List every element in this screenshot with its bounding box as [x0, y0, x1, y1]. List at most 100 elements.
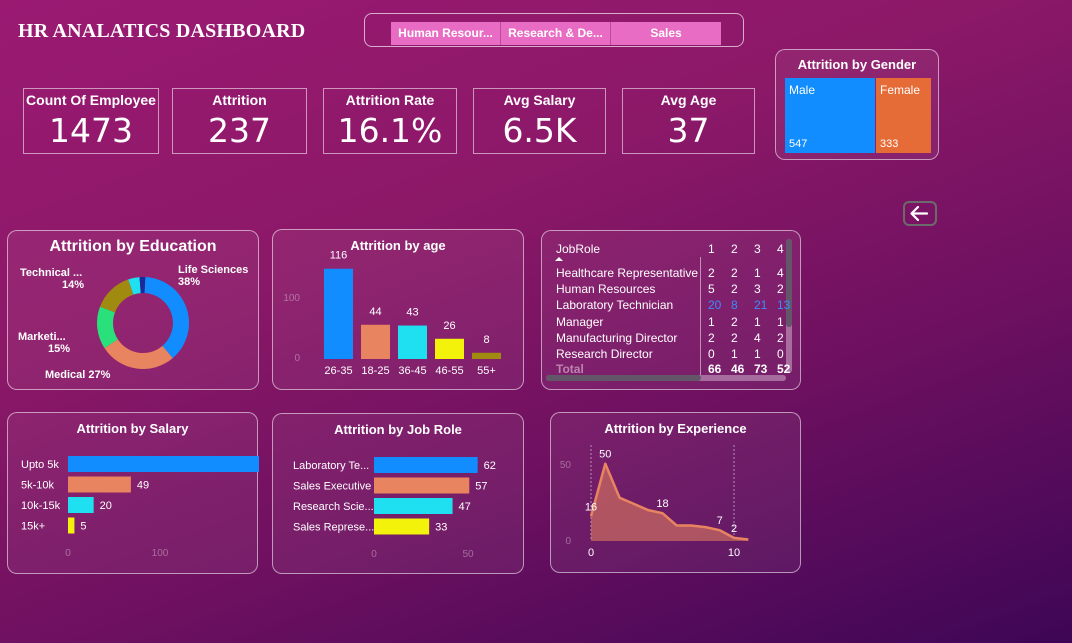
x-tick-label: 36-45	[398, 365, 426, 377]
table-row-label: Manufacturing Director	[556, 330, 678, 345]
y-tick-label: 100	[283, 293, 300, 304]
data-label: 116	[330, 250, 348, 262]
slicer-sales-button[interactable]: Sales	[611, 22, 721, 45]
table-cell: 1	[754, 266, 761, 280]
gender-female-value: 333	[880, 138, 899, 150]
category-label: Research Scie...	[293, 501, 374, 513]
table-cell: 1	[731, 347, 738, 361]
table-header-cell[interactable]: 3	[754, 242, 761, 256]
kpi-value: 237	[208, 111, 271, 150]
donut-slice-0[interactable]	[144, 277, 190, 359]
table-cell: 2	[731, 282, 738, 297]
table-total-cell: 66	[708, 362, 722, 376]
kpi-attrition-rate: Attrition Rate 16.1%	[323, 88, 457, 154]
bar-3[interactable]	[374, 518, 430, 535]
data-label: 47	[459, 501, 471, 513]
age-bar-18-25[interactable]	[361, 324, 390, 359]
table-header-jobrole[interactable]: JobRole	[556, 242, 600, 256]
table-header-cell[interactable]: 1	[708, 242, 715, 256]
kpi-value: 6.5K	[502, 111, 577, 150]
y-tick-label: 0	[294, 353, 300, 364]
table-row-label: Research Director	[556, 347, 653, 361]
kpi-value: 16.1%	[337, 111, 443, 150]
age-card: Attrition by age 0 100 116 26-35 44 18-25 43 36…	[272, 229, 524, 390]
category-label: Upto 5k	[21, 459, 59, 471]
data-label: 44	[369, 306, 381, 318]
table-cell: 2	[708, 330, 715, 345]
back-button[interactable]	[903, 201, 937, 226]
gender-male-tile[interactable]: Male 547	[785, 78, 875, 153]
table-row-label: Laboratory Technician	[556, 298, 674, 313]
gender-male-label: Male	[789, 83, 816, 97]
x-tick-label: 0	[65, 548, 71, 559]
table-row-label: Manager	[556, 314, 604, 329]
age-bar-36-45[interactable]	[398, 325, 427, 359]
x-tick-label: 10	[728, 547, 740, 559]
salary-bar-chart: Upto 5k1635k-10k4910k-15k2015k+50100	[21, 456, 259, 559]
data-label: 18	[656, 498, 668, 510]
jobrole-bar-chart: Laboratory Te... 62 Sales Executive 57 Resea…	[293, 457, 496, 560]
y-tick-label: 50	[560, 460, 572, 471]
category-label: 10k-15k	[21, 500, 61, 512]
bar-0[interactable]	[68, 456, 259, 472]
data-label: 43	[406, 307, 418, 319]
x-tick-label: 50	[462, 549, 474, 560]
department-slicer: Human Resour... Research & De... Sales	[364, 13, 744, 47]
bar-1[interactable]	[68, 476, 131, 493]
table-cell: 1	[754, 347, 761, 361]
data-label: 7	[717, 515, 723, 527]
age-bar-26-35[interactable]	[324, 268, 353, 359]
data-label: 57	[475, 481, 487, 493]
data-label: 20	[100, 500, 112, 512]
education-label-technical: Technical ... 14%	[20, 267, 85, 291]
table-cell: 0	[708, 347, 715, 361]
table-cell: 2	[731, 330, 738, 345]
x-tick-label: 18-25	[361, 365, 389, 377]
table-row-label: Healthcare Representative	[556, 266, 699, 280]
x-tick-label: 0	[588, 547, 594, 559]
x-tick-label: 0	[371, 549, 377, 560]
age-bar-46-55[interactable]	[435, 338, 464, 359]
bar-3[interactable]	[68, 517, 75, 534]
education-label-marketing: Marketi... 15%	[18, 331, 71, 355]
gender-card: Attrition by Gender Male 547 Female 333	[775, 49, 939, 160]
data-label: 8	[483, 334, 489, 346]
table-cell: 2	[731, 266, 738, 280]
gender-female-label: Female	[880, 83, 921, 97]
education-label-life-sciences: Life Sciences 38%	[178, 264, 249, 288]
table-cell: 20	[708, 298, 722, 313]
y-tick-label: 0	[565, 536, 571, 547]
experience-area-chart: 16 50 18 72 0 50 0 10	[560, 445, 749, 559]
education-label-medical: Medical 27%	[45, 369, 111, 381]
sort-up-icon	[555, 257, 563, 261]
table-cell: 3	[754, 282, 761, 297]
table-header-cell[interactable]: 2	[731, 242, 738, 256]
x-tick-label: 55+	[477, 365, 496, 377]
table-cell: 13	[777, 298, 791, 313]
bar-2[interactable]	[68, 497, 94, 513]
slicer-research-development-button[interactable]: Research & De...	[501, 22, 611, 45]
slicer-human-resources-button[interactable]: Human Resour...	[391, 22, 501, 45]
table-header-cell[interactable]: 4	[777, 242, 784, 256]
table-total-label: Total	[556, 362, 584, 376]
table-cell: 2	[777, 282, 784, 297]
kpi-label: Avg Salary	[503, 92, 576, 108]
kpi-label: Avg Age	[660, 92, 717, 108]
gender-female-tile[interactable]: Female 333	[876, 78, 931, 153]
bar-0[interactable]	[374, 457, 478, 473]
data-label: 50	[599, 449, 611, 461]
table-cell: 2	[777, 330, 784, 345]
data-label: 16	[585, 501, 597, 513]
gender-title: Attrition by Gender	[797, 57, 917, 72]
donut-slice-3[interactable]	[100, 279, 134, 313]
age-bar-55+[interactable]	[472, 352, 501, 359]
table-cell: 4	[754, 330, 761, 345]
experience-area[interactable]	[591, 463, 749, 541]
x-tick-label: 100	[152, 548, 169, 559]
bar-2[interactable]	[374, 498, 453, 514]
bar-1[interactable]	[374, 477, 470, 494]
kpi-avg-age: Avg Age 37	[622, 88, 755, 154]
donut-slice-1[interactable]	[104, 339, 173, 369]
x-tick-label: 26-35	[324, 365, 352, 377]
table-cell: 21	[754, 298, 768, 313]
